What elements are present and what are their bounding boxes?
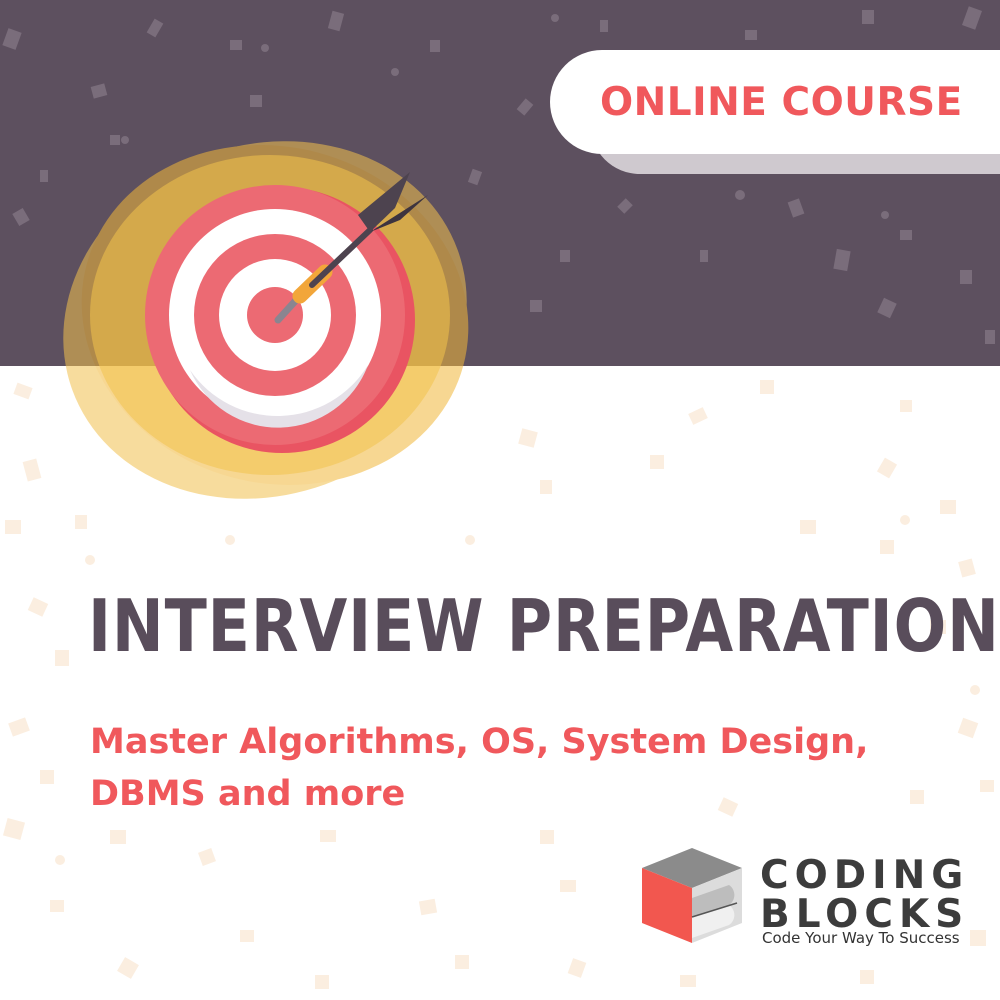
bullseye-target-icon [63,141,469,499]
brand-tagline: Code Your Way To Success [762,929,960,947]
page-title: INTERVIEW PREPARATION [88,584,1000,668]
coding-blocks-cube-logo [642,848,742,943]
badge-label: ONLINE COURSE [600,80,963,125]
subtitle-line-1: Master Algorithms, OS, System Design, [90,722,869,762]
subtitle-line-2: DBMS and more [90,774,406,814]
subtitle: Master Algorithms, OS, System Design, DB… [90,716,910,820]
